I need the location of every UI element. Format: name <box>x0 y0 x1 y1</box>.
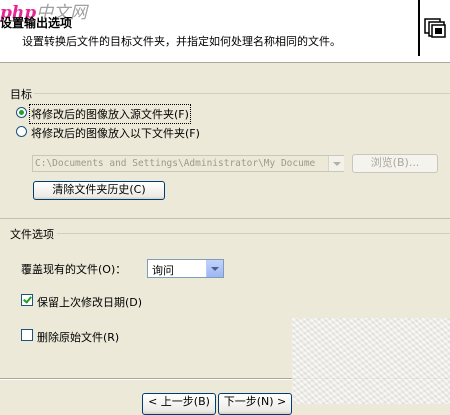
wizard-header-icon <box>418 0 450 56</box>
delete-original-checkbox[interactable] <box>21 329 33 341</box>
group-label-file-options: 文件选项 <box>10 228 54 241</box>
radio-source-folder-label[interactable]: 将修改后的图像放入源文件夹(F) <box>29 104 191 124</box>
wizard-header: php中文网 设置输出选项 设置转换后文件的目标文件夹，并指定如何处理名称相同的… <box>0 0 450 63</box>
next-button[interactable]: 下一步(N) > <box>218 393 292 415</box>
page-title: 设置输出选项 <box>0 16 73 30</box>
delete-original-label[interactable]: 删除原始文件(R) <box>37 329 119 345</box>
copy-windows-icon <box>424 18 446 38</box>
group-label-target: 目标 <box>10 88 32 101</box>
overwrite-select-value: 询问 <box>152 264 174 277</box>
chevron-down-icon[interactable] <box>328 156 344 171</box>
back-button[interactable]: < 上一步(B) <box>142 393 216 415</box>
overwrite-label: 覆盖现有的文件(O)： <box>21 263 127 276</box>
radio-custom-folder[interactable] <box>16 126 27 137</box>
destination-folder-combobox[interactable]: C:\Documents and Settings\Administrator\… <box>32 155 344 172</box>
overwrite-select[interactable]: 询问 <box>147 259 224 278</box>
keep-date-label[interactable]: 保留上次修改日期(D) <box>37 294 142 310</box>
group-divider <box>34 93 450 94</box>
image-noise-overlay <box>292 318 450 404</box>
page-subtitle: 设置转换后文件的目标文件夹，并指定如何处理名称相同的文件。 <box>22 35 341 48</box>
group-divider <box>57 233 450 234</box>
section-divider <box>0 218 450 219</box>
radio-custom-folder-label[interactable]: 将修改后的图像放入以下文件夹(F) <box>31 125 200 141</box>
radio-source-folder[interactable] <box>16 107 27 118</box>
destination-folder-value: C:\Documents and Settings\Administrator\… <box>35 158 316 169</box>
chevron-down-icon[interactable] <box>206 260 223 277</box>
keep-date-checkbox[interactable] <box>21 294 33 306</box>
browse-button[interactable]: 浏览(B)... <box>352 154 438 173</box>
clear-folder-history-button[interactable]: 清除文件夹历史(C) <box>33 181 165 200</box>
